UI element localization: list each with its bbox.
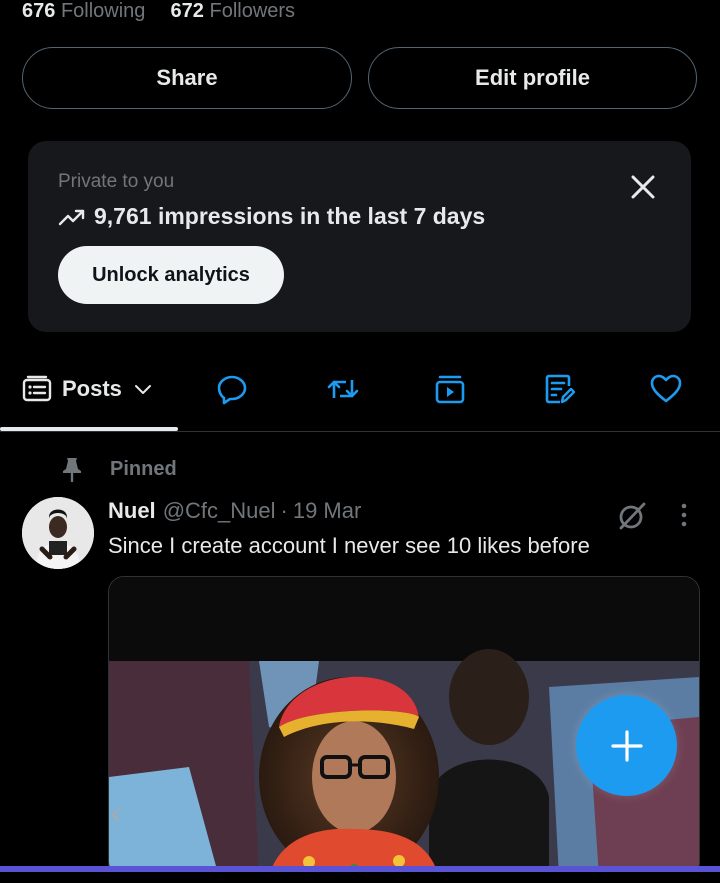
grok-icon[interactable]: [616, 500, 648, 532]
profile-tabs: Posts: [0, 355, 720, 432]
compose-fab[interactable]: [576, 695, 677, 796]
profile-page: 676 Following 672 Followers Share Edit p…: [0, 0, 720, 883]
chevron-down-icon: [134, 385, 151, 394]
private-label: Private to you: [58, 171, 175, 192]
more-options-icon[interactable]: [674, 501, 694, 529]
tab-media[interactable]: [432, 369, 468, 409]
reply-icon: [217, 375, 247, 405]
avatar-image: [22, 497, 94, 569]
analytics-card: Private to you 9,761 impressions in the …: [28, 141, 691, 332]
following-label: Following: [60, 0, 146, 22]
article-icon: [545, 374, 576, 404]
post-text: Since I create account I never see 10 li…: [108, 533, 590, 558]
unlock-analytics-button[interactable]: Unlock analytics: [58, 246, 284, 304]
tab-likes[interactable]: [648, 369, 684, 409]
tab-posts[interactable]: Posts: [22, 369, 164, 409]
plus-icon: [610, 729, 643, 762]
heart-icon: [650, 374, 682, 403]
active-tab-indicator: [0, 427, 178, 431]
post-date[interactable]: 19 Mar: [293, 498, 361, 524]
follow-stats: 676 Following 672 Followers: [22, 0, 295, 24]
followers-label: Followers: [209, 0, 296, 22]
header-separator: ·: [280, 498, 288, 523]
author-name[interactable]: Nuel: [108, 498, 156, 524]
tab-articles[interactable]: [541, 369, 577, 409]
bottom-strip: [0, 872, 720, 883]
following-count: 676: [22, 0, 56, 22]
avatar[interactable]: [22, 497, 94, 569]
impressions-row: 9,761 impressions in the last 7 days: [58, 203, 485, 230]
close-icon[interactable]: [629, 173, 657, 201]
pinned-label: Pinned: [110, 457, 177, 480]
share-button[interactable]: Share: [22, 47, 352, 109]
pin-icon: [63, 458, 81, 482]
post-header: Nuel @Cfc_Nuel · 19 Mar: [108, 498, 361, 524]
posts-icon: [22, 375, 52, 402]
followers-link[interactable]: 672 Followers: [171, 0, 296, 22]
impressions-text: 9,761 impressions in the last 7 days: [94, 203, 486, 229]
pinned-indicator: Pinned: [60, 456, 177, 482]
edit-profile-button[interactable]: Edit profile: [368, 47, 697, 109]
author-handle[interactable]: @Cfc_Nuel: [163, 498, 276, 524]
trending-up-icon: [58, 209, 85, 225]
repost-icon: [327, 380, 359, 398]
followers-count: 672: [170, 0, 204, 22]
following-link[interactable]: 676 Following: [22, 0, 151, 22]
tab-posts-label: Posts: [62, 376, 122, 401]
video-icon: [435, 375, 465, 404]
tab-reposts[interactable]: [325, 369, 361, 409]
tab-replies[interactable]: [214, 369, 250, 409]
